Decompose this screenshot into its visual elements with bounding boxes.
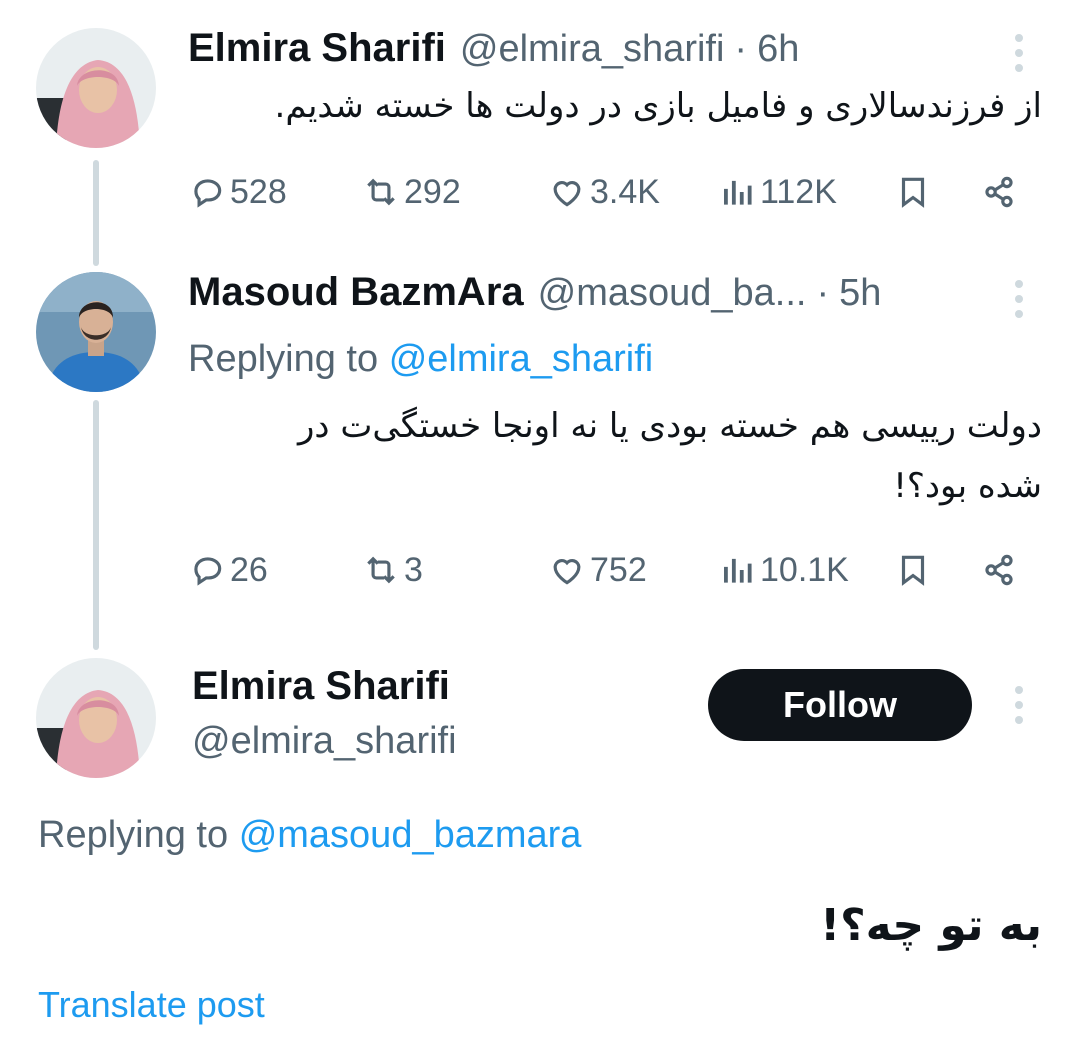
- replying-prefix: Replying to: [38, 814, 229, 856]
- replying-prefix: Replying to: [188, 338, 379, 380]
- reply-actions: 26 3 752 10.1K: [188, 548, 1028, 592]
- share-button[interactable]: [980, 548, 1022, 592]
- post-time[interactable]: 5h: [839, 272, 881, 315]
- separator-dot: ·: [816, 272, 830, 314]
- views-button[interactable]: 112K: [718, 170, 837, 214]
- author-handle[interactable]: @masoud_ba...: [538, 272, 807, 315]
- more-icon[interactable]: [1015, 280, 1025, 318]
- reply-text-line-1: دولت رییسی هم خسته بودی یا نه اونجا خستگ…: [298, 406, 1042, 446]
- reply-header: Masoud BazmAra @masoud_ba... · 5h: [188, 270, 881, 315]
- more-icon[interactable]: [1015, 686, 1025, 724]
- replying-mention[interactable]: @masoud_bazmara: [239, 814, 582, 856]
- bookmark-icon: [901, 177, 925, 208]
- reply-icon: [194, 557, 222, 586]
- views-count: 10.1K: [760, 550, 849, 589]
- share-icon: [985, 176, 1013, 208]
- reply-button[interactable]: 528: [188, 170, 287, 214]
- like-count: 3.4K: [590, 172, 660, 211]
- reply-count: 528: [230, 172, 287, 211]
- repost-button[interactable]: 3: [362, 548, 423, 592]
- repost-count: 3: [404, 550, 423, 589]
- views-icon: [724, 180, 752, 205]
- bookmark-button[interactable]: [894, 548, 936, 592]
- avatar-elmira-main[interactable]: [36, 658, 156, 778]
- main-replying-to: Replying to @masoud_bazmara: [38, 814, 581, 857]
- avatar-elmira[interactable]: [36, 28, 156, 148]
- main-author-handle[interactable]: @elmira_sharifi: [192, 720, 457, 763]
- author-name[interactable]: Masoud BazmAra: [188, 270, 524, 315]
- post-time[interactable]: 6h: [757, 28, 799, 71]
- author-name[interactable]: Elmira Sharifi: [188, 26, 446, 71]
- thread-line-2: [93, 400, 99, 650]
- like-count: 752: [590, 550, 647, 589]
- main-post-text: به تو چه؟!: [820, 900, 1042, 951]
- main-author-name[interactable]: Elmira Sharifi: [192, 664, 450, 709]
- views-button[interactable]: 10.1K: [718, 548, 849, 592]
- separator-dot: ·: [734, 28, 748, 70]
- reply-text-line-2: شده بود؟!: [893, 466, 1042, 506]
- repost-icon: [367, 556, 395, 584]
- replying-to: Replying to @elmira_sharifi: [188, 338, 653, 381]
- reply-icon: [194, 179, 222, 208]
- like-button[interactable]: 3.4K: [548, 170, 660, 214]
- repost-icon: [367, 178, 395, 206]
- follow-button[interactable]: Follow: [708, 669, 972, 741]
- repost-button[interactable]: 292: [362, 170, 461, 214]
- post-header: Elmira Sharifi @elmira_sharifi · 6h: [188, 26, 799, 71]
- translate-post-link[interactable]: Translate post: [38, 984, 265, 1026]
- reply-count: 26: [230, 550, 268, 589]
- avatar-masoud[interactable]: [36, 272, 156, 392]
- views-count: 112K: [760, 172, 837, 211]
- repost-count: 292: [404, 172, 461, 211]
- bookmark-button[interactable]: [894, 170, 936, 214]
- like-button[interactable]: 752: [548, 548, 647, 592]
- bookmark-icon: [901, 555, 925, 586]
- post-actions: 528 292 3.4K 112K: [188, 170, 1028, 214]
- heart-icon: [553, 559, 581, 585]
- share-icon: [985, 554, 1013, 586]
- heart-icon: [553, 181, 581, 207]
- more-icon[interactable]: [1015, 34, 1025, 72]
- reply-button[interactable]: 26: [188, 548, 268, 592]
- author-handle[interactable]: @elmira_sharifi: [460, 28, 725, 71]
- post-text: از فرزندسالاری و فامیل بازی در دولت ها خ…: [274, 86, 1042, 126]
- share-button[interactable]: [980, 170, 1022, 214]
- thread-line-1: [93, 160, 99, 266]
- replying-mention[interactable]: @elmira_sharifi: [389, 338, 654, 380]
- views-icon: [724, 558, 752, 583]
